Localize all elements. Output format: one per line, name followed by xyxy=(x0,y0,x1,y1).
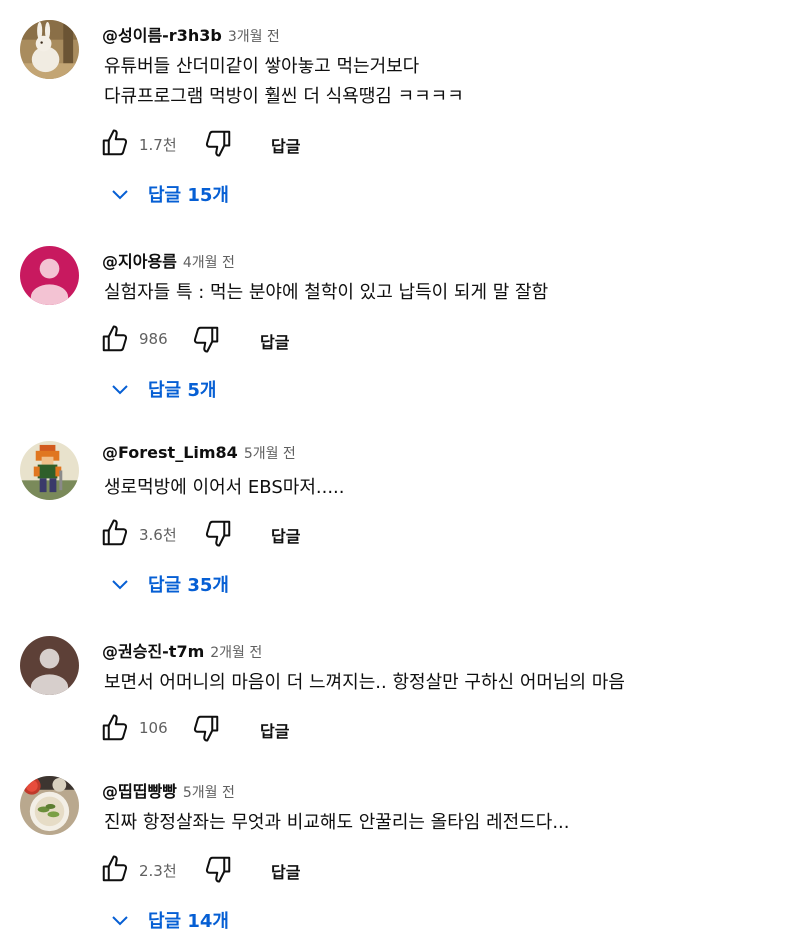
comment-text: 생로먹방에 이어서 EBS마저..... xyxy=(104,477,345,498)
thumbs-up-icon[interactable] xyxy=(100,518,130,548)
thumbs-down-icon[interactable] xyxy=(203,854,233,884)
comment-time[interactable]: 4개월 전 xyxy=(183,252,235,272)
comment-text: 보면서 어머니의 마음이 더 느껴지는.. 항정살만 구하신 어머님의 마음 xyxy=(104,672,625,693)
reply-button[interactable]: 답글 xyxy=(260,718,289,742)
author-name[interactable]: @Forest_Lim84 xyxy=(102,443,238,462)
comment-text: 실험자들 특 : 먹는 분야에 철학이 있고 납득이 되게 말 잘함 xyxy=(104,282,549,303)
like-count: 2.3천 xyxy=(139,862,177,880)
comment-header: @지아용름 4개월 전 xyxy=(102,248,235,272)
comment-text: 진짜 항정살좌는 무엇과 비교해도 안꿀리는 올타임 레전드다... xyxy=(104,812,570,833)
chevron-down-icon xyxy=(112,190,128,200)
default-avatar-pink xyxy=(20,246,79,305)
view-replies-button[interactable]: 답글 5개 xyxy=(108,373,216,405)
author-name[interactable]: @권승진-t7m xyxy=(102,638,204,662)
default-avatar-brown xyxy=(20,636,79,695)
author-name[interactable]: @띱띱빵빵 xyxy=(102,778,177,802)
like-count: 1.7천 xyxy=(139,136,177,154)
avatar[interactable] xyxy=(20,441,79,500)
comment-header: @띱띱빵빵 5개월 전 xyxy=(102,778,235,802)
like-count: 106 xyxy=(139,719,168,737)
thumbs-up-icon[interactable] xyxy=(100,713,130,743)
author-name[interactable]: @성이름-r3h3b xyxy=(102,22,222,46)
pixel-character-avatar xyxy=(20,441,79,500)
comment-time[interactable]: 2개월 전 xyxy=(210,642,262,662)
like-count: 986 xyxy=(139,330,168,348)
reply-button[interactable]: 답글 xyxy=(271,523,300,547)
rabbit-avatar-image xyxy=(20,20,79,79)
comment-time[interactable]: 5개월 전 xyxy=(183,782,235,802)
view-replies-button[interactable]: 답글 14개 xyxy=(108,904,229,936)
comment-header: @Forest_Lim84 5개월 전 xyxy=(102,443,296,467)
thumbs-up-icon[interactable] xyxy=(100,128,130,158)
author-name[interactable]: @지아용름 xyxy=(102,248,177,272)
view-replies-button[interactable]: 답글 15개 xyxy=(108,178,229,210)
avatar[interactable] xyxy=(20,20,79,79)
thumbs-up-icon[interactable] xyxy=(100,854,130,884)
thumbs-down-icon[interactable] xyxy=(191,713,221,743)
comment-header: @성이름-r3h3b 3개월 전 xyxy=(102,22,280,46)
food-photo-avatar xyxy=(20,776,79,835)
chevron-down-icon xyxy=(112,916,128,926)
replies-label: 답글 15개 xyxy=(148,185,229,206)
comment-header: @권승진-t7m 2개월 전 xyxy=(102,638,262,662)
replies-label: 답글 5개 xyxy=(148,380,217,401)
comment-text: 유튜버들 산더미같이 쌓아놓고 먹는거보다 다큐프로그램 먹방이 훨씬 더 식욕… xyxy=(104,56,464,107)
view-replies-button[interactable]: 답글 35개 xyxy=(108,568,229,600)
chevron-down-icon xyxy=(112,385,128,395)
avatar[interactable] xyxy=(20,246,79,305)
chevron-down-icon xyxy=(112,580,128,590)
thumbs-up-icon[interactable] xyxy=(100,324,130,354)
like-count: 3.6천 xyxy=(139,526,177,544)
reply-button[interactable]: 답글 xyxy=(271,133,300,157)
reply-button[interactable]: 답글 xyxy=(271,859,300,883)
avatar[interactable] xyxy=(20,636,79,695)
thumbs-down-icon[interactable] xyxy=(191,324,221,354)
reply-button[interactable]: 답글 xyxy=(260,329,289,353)
comment-time[interactable]: 3개월 전 xyxy=(228,26,280,46)
thumbs-down-icon[interactable] xyxy=(203,128,233,158)
thumbs-down-icon[interactable] xyxy=(203,518,233,548)
avatar[interactable] xyxy=(20,776,79,835)
replies-label: 답글 35개 xyxy=(148,575,229,596)
comment-time[interactable]: 5개월 전 xyxy=(244,443,296,463)
replies-label: 답글 14개 xyxy=(148,911,229,932)
